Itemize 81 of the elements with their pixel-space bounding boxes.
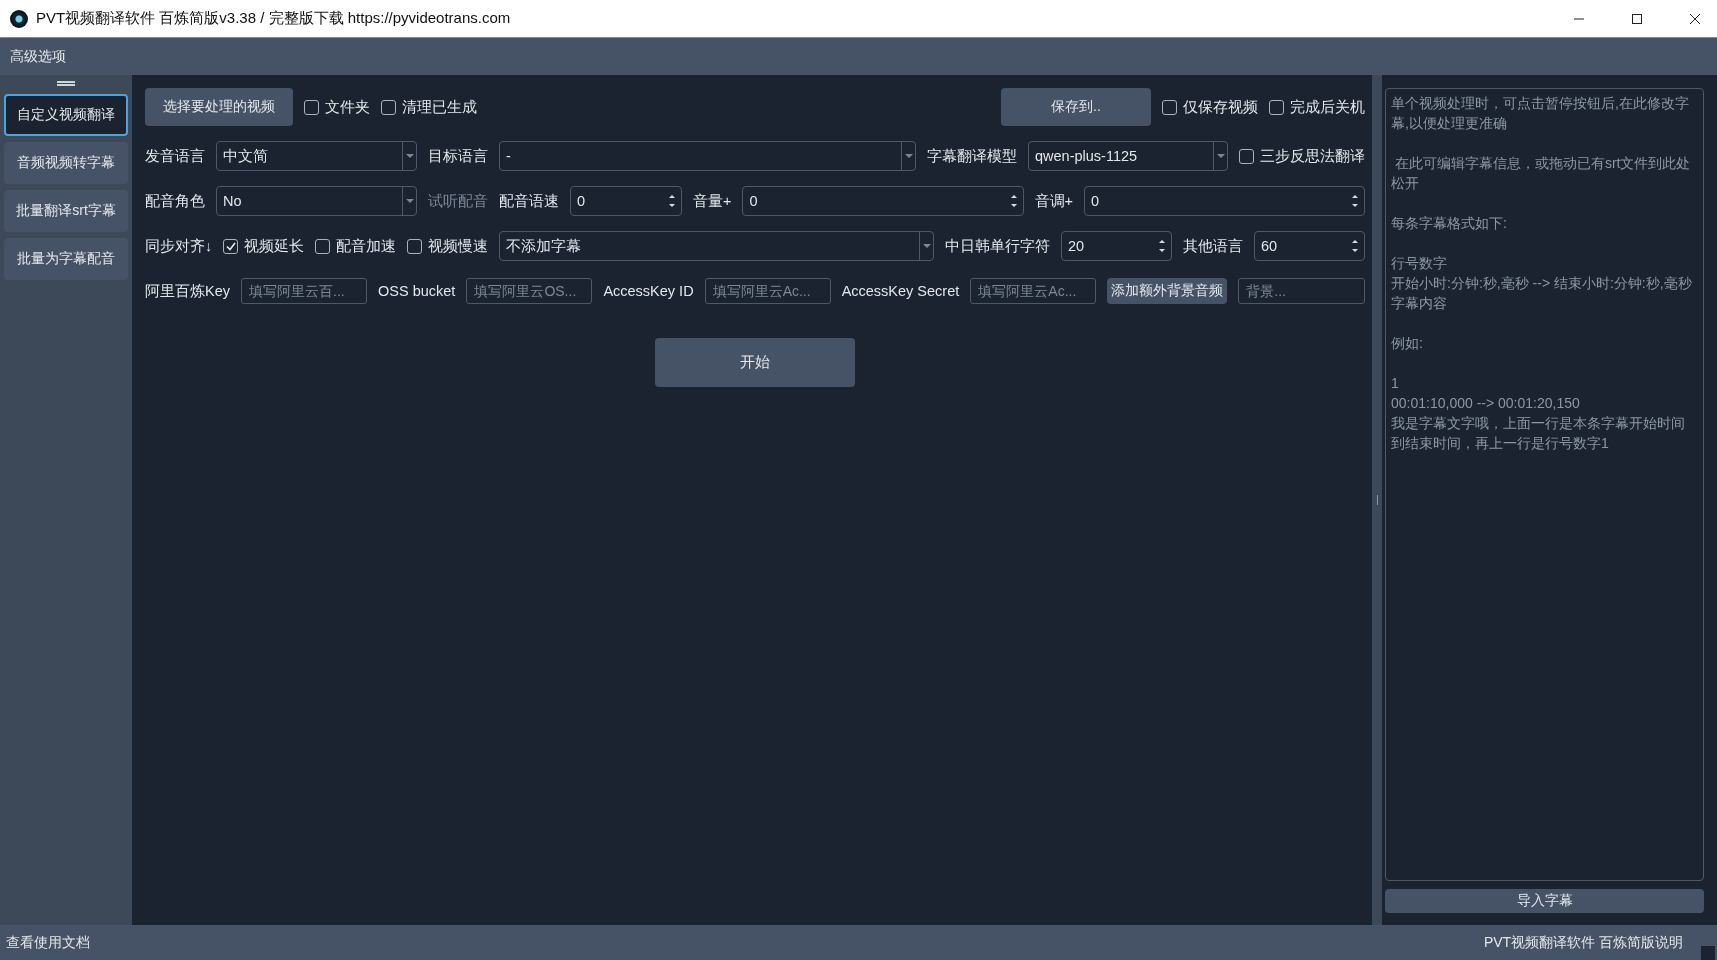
nav-button[interactable]: 批量为字幕配音 (4, 238, 128, 280)
checkbox-label: 配音加速 (336, 236, 397, 256)
checkbox-label: 三步反思法翻译 (1260, 146, 1365, 166)
checkbox-label: 完成后关机 (1290, 97, 1365, 117)
number-field[interactable]: 0 (570, 186, 682, 216)
checkbox-label: 视频慢速 (428, 236, 489, 256)
checkbox[interactable] (1269, 99, 1284, 115)
import-button[interactable]: 导入字幕 (1385, 889, 1704, 913)
editor-text: 例如: (1391, 334, 1424, 353)
editor-text: 行号数字 (1391, 254, 1448, 273)
editor-text: 我是字幕文字哦，上面一行是本条字幕开始时间到结束时间，再上一行是行号数字1 (1391, 414, 1686, 453)
editor-text: 00:01:10,000 --> 00:01:20,150 (1391, 394, 1581, 413)
dropdown[interactable]: No (216, 186, 417, 216)
number-field[interactable]: 0 (742, 186, 1024, 216)
field-label: 目标语言 (428, 146, 488, 166)
subtitle-editor[interactable]: 单个视频处理时，可点击暂停按钮后,在此修改字幕,以便处理更准确 在此可编辑字幕信息，或拖动已有srt文件到此处松开 每条字幕格式如下: 行号数字 开始小时:分钟:秒,毫秒 --> 结束小时:分钟:秒,毫秒 字幕内容 例如: 1 00:01:10,000 --> 00:01:20,150 我是字幕文字哦，上面一行是本条字幕开始时间到结束时间，再上一行是行号数字1 (1385, 88, 1704, 881)
start-button[interactable]: 开始 (655, 338, 855, 387)
dropdown[interactable]: - (499, 141, 916, 171)
field-label: 中日韩单行字符 (945, 236, 1050, 256)
field-label: 试听配音 (428, 191, 488, 211)
field-label: 同步对齐↓ (145, 236, 213, 256)
input-field[interactable]: 填写阿里云百... (241, 278, 367, 304)
docs-link[interactable]: 查看使用文档 (6, 933, 1480, 952)
about-button[interactable]: PVT视频翻译软件 百炼简版说明 (1479, 931, 1687, 954)
field-label: OSS bucket (378, 283, 456, 299)
dropdown[interactable]: 不添加字幕 (499, 231, 934, 261)
window-title: PVT视频翻译软件 百炼简版v3.38 / 完整版下载 https://pyvideotrans.com (36, 9, 512, 28)
number-field[interactable]: 60 (1254, 231, 1365, 261)
nav-button[interactable]: 批量翻译srt字幕 (4, 190, 128, 232)
action-button[interactable]: 添加额外背景音频 (1107, 278, 1228, 304)
input-field[interactable]: 填写阿里云Ac... (704, 278, 831, 304)
editor-text: 在此可编辑字幕信息，或拖动已有srt文件到此处松开 (1391, 154, 1692, 193)
field-label: 阿里百炼Key (145, 281, 230, 301)
field-label: 发音语言 (145, 146, 205, 166)
dropdown[interactable]: 中文简 (216, 141, 417, 171)
input-field[interactable]: 填写阿里云OS... (466, 278, 593, 304)
field-label: 其他语言 (1183, 236, 1243, 256)
checkbox[interactable] (1162, 99, 1177, 115)
splitter-handle[interactable] (1372, 75, 1382, 925)
field-label: AccessKey Secret (841, 283, 960, 299)
editor-text: 单个视频处理时，可点击暂停按钮后,在此修改字幕,以便处理更准确 (1391, 94, 1690, 133)
editor-text: 开始小时:分钟:秒,毫秒 --> 结束小时:分钟:秒,毫秒 (1391, 274, 1693, 293)
dropdown-arrow-icon[interactable] (402, 187, 416, 215)
checkbox-label: 清理已生成 (402, 97, 477, 117)
app-logo-icon (10, 9, 28, 28)
input-field[interactable]: 背景... (1238, 278, 1365, 304)
number-field[interactable]: 0 (1083, 186, 1365, 216)
checkbox[interactable] (407, 238, 423, 254)
close-icon[interactable] (1689, 12, 1701, 25)
checkbox[interactable] (304, 99, 319, 115)
dropdown[interactable]: qwen-plus-1125 (1028, 141, 1228, 171)
checkbox[interactable] (381, 99, 396, 115)
field-label: 配音角色 (145, 191, 205, 211)
dropdown-arrow-icon[interactable] (901, 142, 915, 170)
menu-item[interactable]: 高级选项 (9, 45, 67, 68)
checkbox[interactable] (223, 238, 239, 254)
input-field[interactable]: 填写阿里云Ac... (970, 278, 1097, 304)
checkbox-label: 文件夹 (325, 97, 370, 117)
field-label: 音量+ (693, 191, 732, 211)
action-button[interactable]: 选择要处理的视频 (145, 88, 293, 126)
dropdown-arrow-icon[interactable] (919, 232, 933, 260)
checkbox[interactable] (315, 238, 331, 254)
dropdown-arrow-icon[interactable] (402, 142, 416, 170)
editor-text: 字幕内容 (1391, 294, 1448, 313)
grip-icon[interactable] (57, 81, 75, 86)
field-label: AccessKey ID (603, 283, 694, 299)
maximize-icon[interactable] (1631, 12, 1643, 25)
field-label: 音调+ (1034, 191, 1073, 211)
editor-text: 每条字幕格式如下: (1391, 214, 1508, 233)
field-label: 字幕翻译模型 (927, 146, 1017, 166)
editor-text: 1 (1391, 374, 1400, 393)
checkbox-label: 视频延长 (244, 236, 305, 256)
dropdown-arrow-icon[interactable] (1213, 142, 1227, 170)
checkbox[interactable] (1239, 148, 1254, 164)
nav-button[interactable]: 音频视频转字幕 (4, 142, 128, 184)
size-grip-icon[interactable] (1701, 946, 1715, 960)
field-label: 配音语速 (499, 191, 559, 211)
nav-button[interactable]: 自定义视频翻译 (4, 94, 128, 136)
action-button[interactable]: 保存到.. (1001, 88, 1151, 126)
number-field[interactable]: 20 (1061, 231, 1172, 261)
checkbox-label: 仅保存视频 (1183, 97, 1258, 117)
